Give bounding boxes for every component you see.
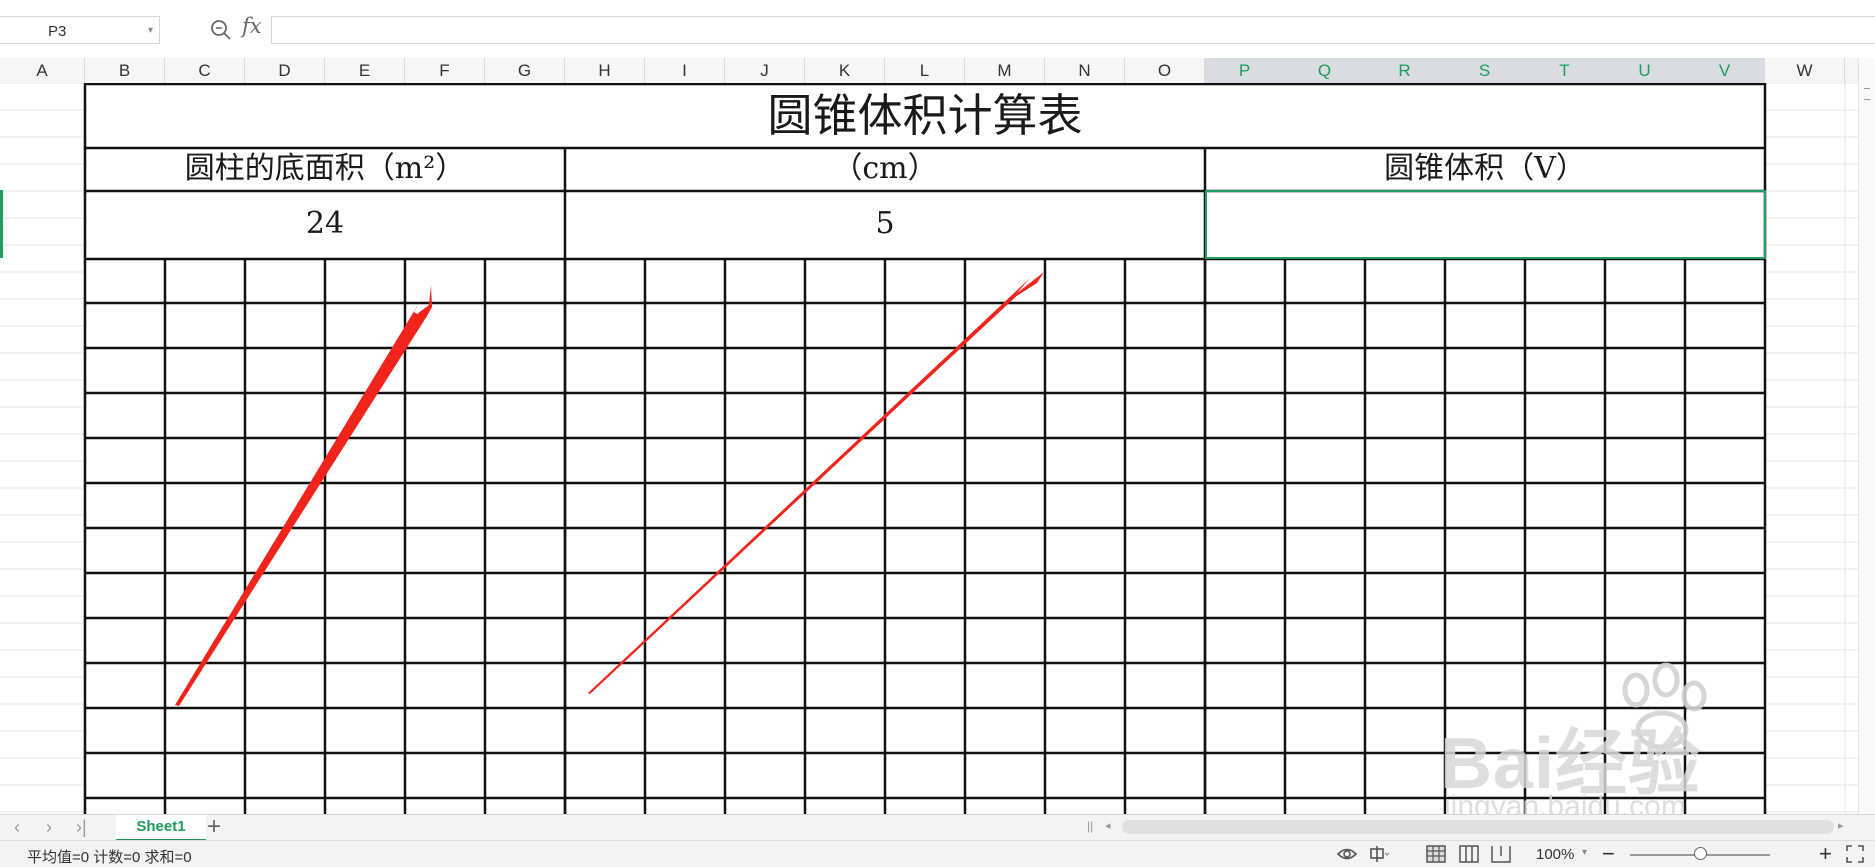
sheet-tab-sheet1[interactable]: Sheet1: [116, 815, 206, 841]
add-sheet-button[interactable]: +: [207, 813, 221, 841]
fx-icon[interactable]: fx: [242, 14, 262, 38]
zoom-slider-handle[interactable]: [1694, 847, 1707, 860]
column-header-p[interactable]: P: [1205, 58, 1285, 83]
column-header-b[interactable]: B: [85, 58, 165, 83]
column-header-k[interactable]: K: [805, 58, 885, 83]
scroll-right-icon[interactable]: ▸: [1838, 819, 1844, 832]
column-header-t[interactable]: T: [1525, 58, 1605, 83]
column-header-i[interactable]: I: [645, 58, 725, 83]
column-header-w[interactable]: W: [1765, 58, 1845, 83]
column-header-r[interactable]: R: [1365, 58, 1445, 83]
status-summary: 平均值=0 计数=0 求和=0: [27, 849, 192, 866]
eye-protection-icon[interactable]: [1336, 844, 1358, 864]
column-header-q[interactable]: Q: [1285, 58, 1365, 83]
chevron-left-icon[interactable]: ‹: [14, 817, 20, 838]
formula-bar: P3 ▾ fx: [0, 0, 1875, 59]
column-header-l[interactable]: L: [885, 58, 965, 83]
split-handle-icon[interactable]: ||: [1087, 819, 1093, 833]
red-arrow-left: [175, 285, 432, 706]
spreadsheet-app: P3 ▾ fx ABCDEFGHIJKLMNOPQRSTUVW 圆锥体积计算表 …: [0, 0, 1875, 867]
column-header-a[interactable]: A: [0, 58, 85, 83]
cell-grid[interactable]: 圆锥体积计算表 圆柱的底面积（m²） （cm） 圆锥体积（V） 24 5: [0, 83, 1858, 814]
fullscreen-icon[interactable]: [1846, 845, 1864, 863]
zoom-level[interactable]: 100%: [1536, 846, 1574, 863]
grid-view-icon[interactable]: [1425, 844, 1447, 864]
page-layout-icon[interactable]: [1458, 844, 1480, 864]
column-header-g[interactable]: G: [485, 58, 565, 83]
vertical-scrollbar[interactable]: [1858, 58, 1875, 814]
column-header-u[interactable]: U: [1605, 58, 1685, 83]
column-header-o[interactable]: O: [1125, 58, 1205, 83]
column-header-j[interactable]: J: [725, 58, 805, 83]
scroll-left-icon[interactable]: ◂: [1105, 819, 1111, 832]
column-header-c[interactable]: C: [165, 58, 245, 83]
scroll-handle-icon[interactable]: [1864, 88, 1870, 100]
chevron-down-icon[interactable]: ▾: [148, 25, 153, 36]
chevron-last-icon[interactable]: ›|: [76, 817, 87, 838]
column-header-v[interactable]: V: [1685, 58, 1765, 83]
magnifier-icon[interactable]: [209, 18, 233, 42]
column-header-f[interactable]: F: [405, 58, 485, 83]
annotation-arrows: [175, 272, 1044, 706]
name-box-value: P3: [48, 23, 67, 40]
column-headers: ABCDEFGHIJKLMNOPQRSTUVW: [0, 58, 1875, 84]
red-arrow-right: [588, 272, 1044, 694]
horizontal-scrollbar[interactable]: [1122, 820, 1834, 834]
name-box[interactable]: P3 ▾: [0, 16, 160, 44]
status-bar: 平均值=0 计数=0 求和=0 100% ▾ − +: [0, 840, 1875, 867]
sheet-tabs-bar: ‹ › ›| Sheet1 + || ◂ ▸: [0, 813, 1875, 841]
center-layout-icon[interactable]: [1368, 844, 1390, 864]
chevron-down-icon[interactable]: ▾: [1582, 847, 1587, 858]
column-header-h[interactable]: H: [565, 58, 645, 83]
formula-input[interactable]: [271, 16, 1875, 44]
chevron-right-icon[interactable]: ›: [46, 817, 52, 838]
column-header-d[interactable]: D: [245, 58, 325, 83]
page-break-icon[interactable]: [1490, 844, 1512, 864]
column-header-e[interactable]: E: [325, 58, 405, 83]
column-header-m[interactable]: M: [965, 58, 1045, 83]
column-header-s[interactable]: S: [1445, 58, 1525, 83]
zoom-in-button[interactable]: +: [1819, 841, 1832, 867]
column-header-n[interactable]: N: [1045, 58, 1125, 83]
zoom-out-button[interactable]: −: [1602, 841, 1615, 867]
